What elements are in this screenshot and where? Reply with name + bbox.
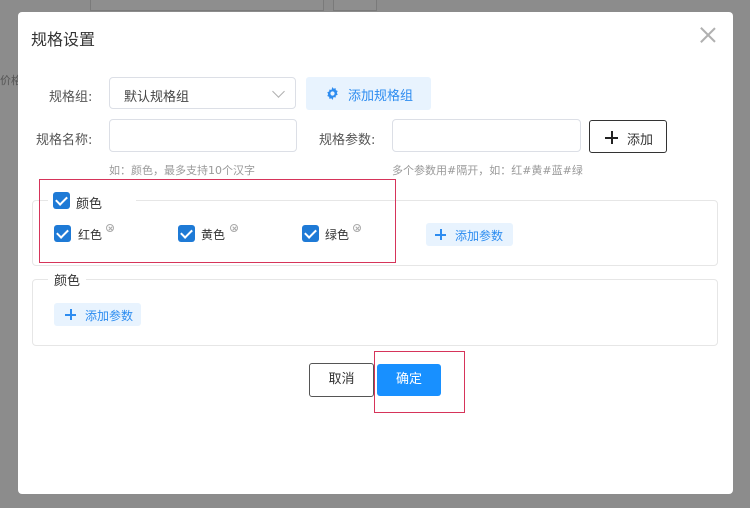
spec-group-value: 默认规格组 — [124, 90, 190, 105]
spec-group-select[interactable]: 默认规格组 — [109, 77, 296, 109]
annotation-highlight — [374, 351, 465, 413]
plus-icon — [435, 229, 446, 240]
add-param-label: 添加参数 — [455, 229, 504, 243]
add-button-label: 添加 — [627, 133, 654, 148]
dialog-title: 规格设置 — [31, 30, 96, 49]
spec-name-input[interactable] — [109, 119, 297, 152]
close-icon[interactable] — [699, 26, 717, 44]
plus-icon — [605, 131, 618, 144]
spec-name-hint: 如：颜色，最多支持10个汉字 — [109, 164, 255, 177]
background-field — [333, 0, 377, 11]
spec-name-label: 规格名称: — [36, 133, 93, 148]
add-param-label: 添加参数 — [85, 309, 134, 323]
spec-param-input[interactable] — [392, 119, 581, 152]
plus-icon — [65, 309, 76, 320]
spec-settings-dialog: 规格设置 规格组: 默认规格组 添加规格组 规格名称: 如：颜色，最多支持10个… — [18, 12, 733, 494]
annotation-highlight — [39, 179, 396, 263]
gear-icon — [327, 87, 338, 100]
group-name: 颜色 — [48, 270, 87, 289]
spec-param-label: 规格参数: — [319, 133, 376, 148]
add-spec-group-button[interactable]: 添加规格组 — [306, 77, 431, 110]
add-param-button[interactable]: 添加参数 — [426, 223, 513, 246]
add-button[interactable]: 添加 — [589, 120, 667, 153]
cancel-button[interactable]: 取消 — [309, 363, 374, 397]
add-param-button[interactable]: 添加参数 — [54, 303, 141, 326]
spec-param-hint: 多个参数用#隔开，如：红#黄#蓝#绿 — [392, 164, 583, 177]
spec-group-label: 规格组: — [49, 90, 93, 105]
background-field — [90, 0, 324, 11]
add-spec-group-label: 添加规格组 — [348, 89, 414, 104]
chevron-down-icon — [272, 85, 285, 98]
